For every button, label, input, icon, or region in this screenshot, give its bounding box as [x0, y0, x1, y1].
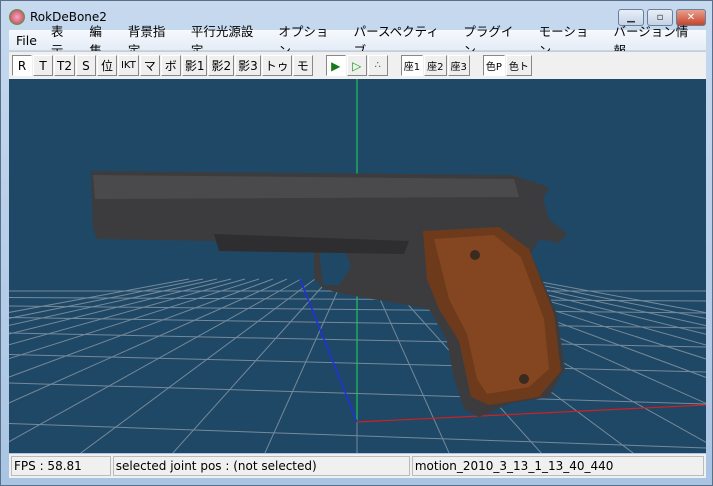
grid-line	[9, 278, 302, 443]
tool-button[interactable]: R	[12, 55, 32, 76]
tool-button[interactable]: トゥ	[261, 55, 292, 76]
tool-button[interactable]: T	[33, 55, 53, 76]
motion-name: motion_2010_3_13_1_13_40_440	[411, 456, 705, 476]
pistol-model	[91, 171, 567, 417]
app-icon	[9, 9, 25, 25]
coord-button[interactable]: 座1	[400, 55, 424, 76]
coord-button[interactable]: 座3	[447, 55, 470, 76]
grid-line	[79, 278, 316, 453]
tool-button[interactable]: マ	[139, 55, 160, 76]
color-button[interactable]: 色ト	[505, 55, 532, 76]
tool-button[interactable]: T2	[54, 55, 75, 76]
tool-button[interactable]: S	[75, 55, 96, 76]
3d-viewport[interactable]	[9, 79, 706, 453]
toolbar: R T T2 S 位 IKT マボ影1 影2 影3 トゥモ ▶ ▷ ∴ 座1 座2 座3 色P 色ト	[9, 51, 706, 79]
points-icon[interactable]: ∴	[367, 55, 388, 76]
select-filled-triangle-icon[interactable]: ▶	[325, 55, 346, 76]
status-bar: FPS : 58.81 selected joint pos : (not se…	[9, 454, 706, 478]
tool-button[interactable]: 影1	[181, 55, 208, 76]
tool-button[interactable]: モ	[292, 55, 313, 76]
z-axis	[299, 278, 358, 423]
grid-line	[264, 278, 344, 453]
tool-button[interactable]: 位	[96, 55, 117, 76]
tool-button[interactable]: ボ	[160, 55, 181, 76]
color-button[interactable]: 色P	[482, 55, 505, 76]
scene	[9, 79, 706, 453]
select-outline-triangle-icon[interactable]: ▷	[346, 55, 367, 76]
grid-line	[172, 278, 330, 453]
coord-button[interactable]: 座2	[424, 55, 447, 76]
tool-button[interactable]: 影3	[235, 55, 261, 76]
menu-bar: File表示編集背景指定平行光源設定オプションパースペクティブプラグインモーショ…	[9, 24, 706, 58]
selected-joint-readout: selected joint pos : (not selected)	[112, 456, 410, 476]
menu-item[interactable]: File	[9, 33, 44, 48]
tool-button[interactable]: IKT	[117, 55, 139, 76]
fps-readout: FPS : 58.81	[11, 456, 111, 476]
app-window: RokDeBone2 ▁ ▫ ✕ File表示編集背景指定平行光源設定オプション…	[0, 0, 713, 486]
tool-button[interactable]: 影2	[208, 55, 235, 76]
